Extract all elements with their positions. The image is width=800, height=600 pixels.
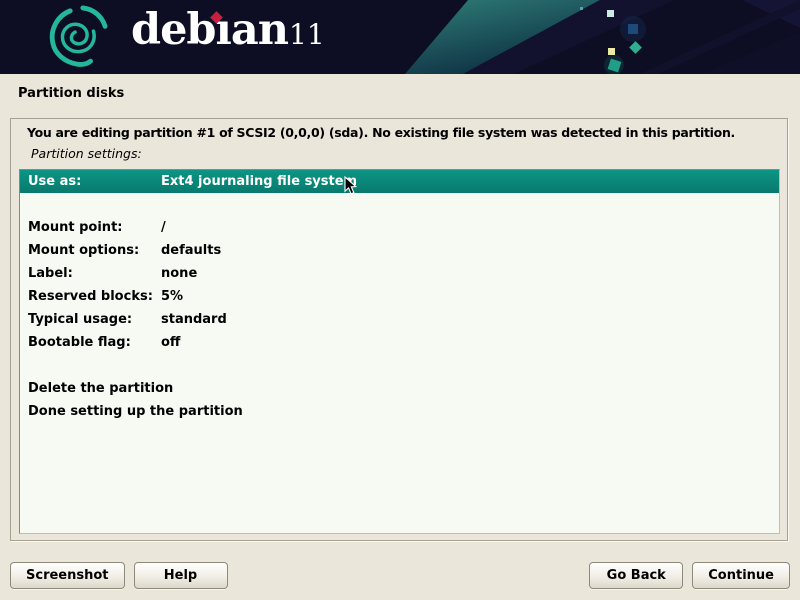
settings-row[interactable]: Typical usage:standard <box>20 308 779 331</box>
settings-row <box>20 354 779 377</box>
settings-row <box>20 193 779 216</box>
partition-settings-label: Partition settings: <box>31 146 142 161</box>
settings-row[interactable]: Label:none <box>20 262 779 285</box>
debian-swirl-logo-icon <box>46 5 108 67</box>
continue-button[interactable]: Continue <box>692 562 790 589</box>
setting-value: 5% <box>161 285 183 308</box>
setting-label: Bootable flag: <box>28 331 161 354</box>
help-button[interactable]: Help <box>134 562 228 589</box>
setting-label: Typical usage: <box>28 308 161 331</box>
footer-button-bar: Screenshot Help Go Back Continue <box>10 562 790 589</box>
setting-label: Label: <box>28 262 161 285</box>
main-content-frame: You are editing partition #1 of SCSI2 (0… <box>10 118 788 541</box>
settings-row[interactable]: Delete the partition <box>20 377 779 400</box>
footer-right-buttons: Go Back Continue <box>589 562 790 589</box>
brand-wordmark: debıan <box>131 9 288 52</box>
setting-value: defaults <box>161 239 221 262</box>
setting-value: / <box>161 216 166 239</box>
version-number: 11 <box>289 21 325 49</box>
page-title: Partition disks <box>18 86 124 101</box>
setting-label <box>28 354 161 377</box>
banner-background-art <box>0 0 800 74</box>
setting-label <box>28 193 161 216</box>
setting-value: Ext4 journaling file system <box>161 170 357 193</box>
installer-banner: debıan 11 <box>0 0 800 74</box>
setting-value: none <box>161 262 197 285</box>
settings-row[interactable]: Reserved blocks:5% <box>20 285 779 308</box>
setting-label: Mount options: <box>28 239 161 262</box>
setting-value: standard <box>161 308 227 331</box>
settings-list[interactable]: Use as:Ext4 journaling file systemMount … <box>19 169 780 534</box>
setting-label: Mount point: <box>28 216 161 239</box>
partition-edit-description: You are editing partition #1 of SCSI2 (0… <box>27 125 779 140</box>
go-back-button[interactable]: Go Back <box>589 562 683 589</box>
setting-label: Use as: <box>28 170 161 193</box>
screenshot-button[interactable]: Screenshot <box>10 562 125 589</box>
settings-row[interactable]: Mount options:defaults <box>20 239 779 262</box>
setting-label: Done setting up the partition <box>28 400 161 423</box>
setting-value: off <box>161 331 180 354</box>
settings-row[interactable]: Bootable flag:off <box>20 331 779 354</box>
settings-row[interactable]: Use as:Ext4 journaling file system <box>20 170 779 193</box>
settings-row[interactable]: Mount point:/ <box>20 216 779 239</box>
setting-label: Delete the partition <box>28 377 161 400</box>
footer-left-buttons: Screenshot Help <box>10 562 228 589</box>
setting-label: Reserved blocks: <box>28 285 161 308</box>
settings-row[interactable]: Done setting up the partition <box>20 400 779 423</box>
